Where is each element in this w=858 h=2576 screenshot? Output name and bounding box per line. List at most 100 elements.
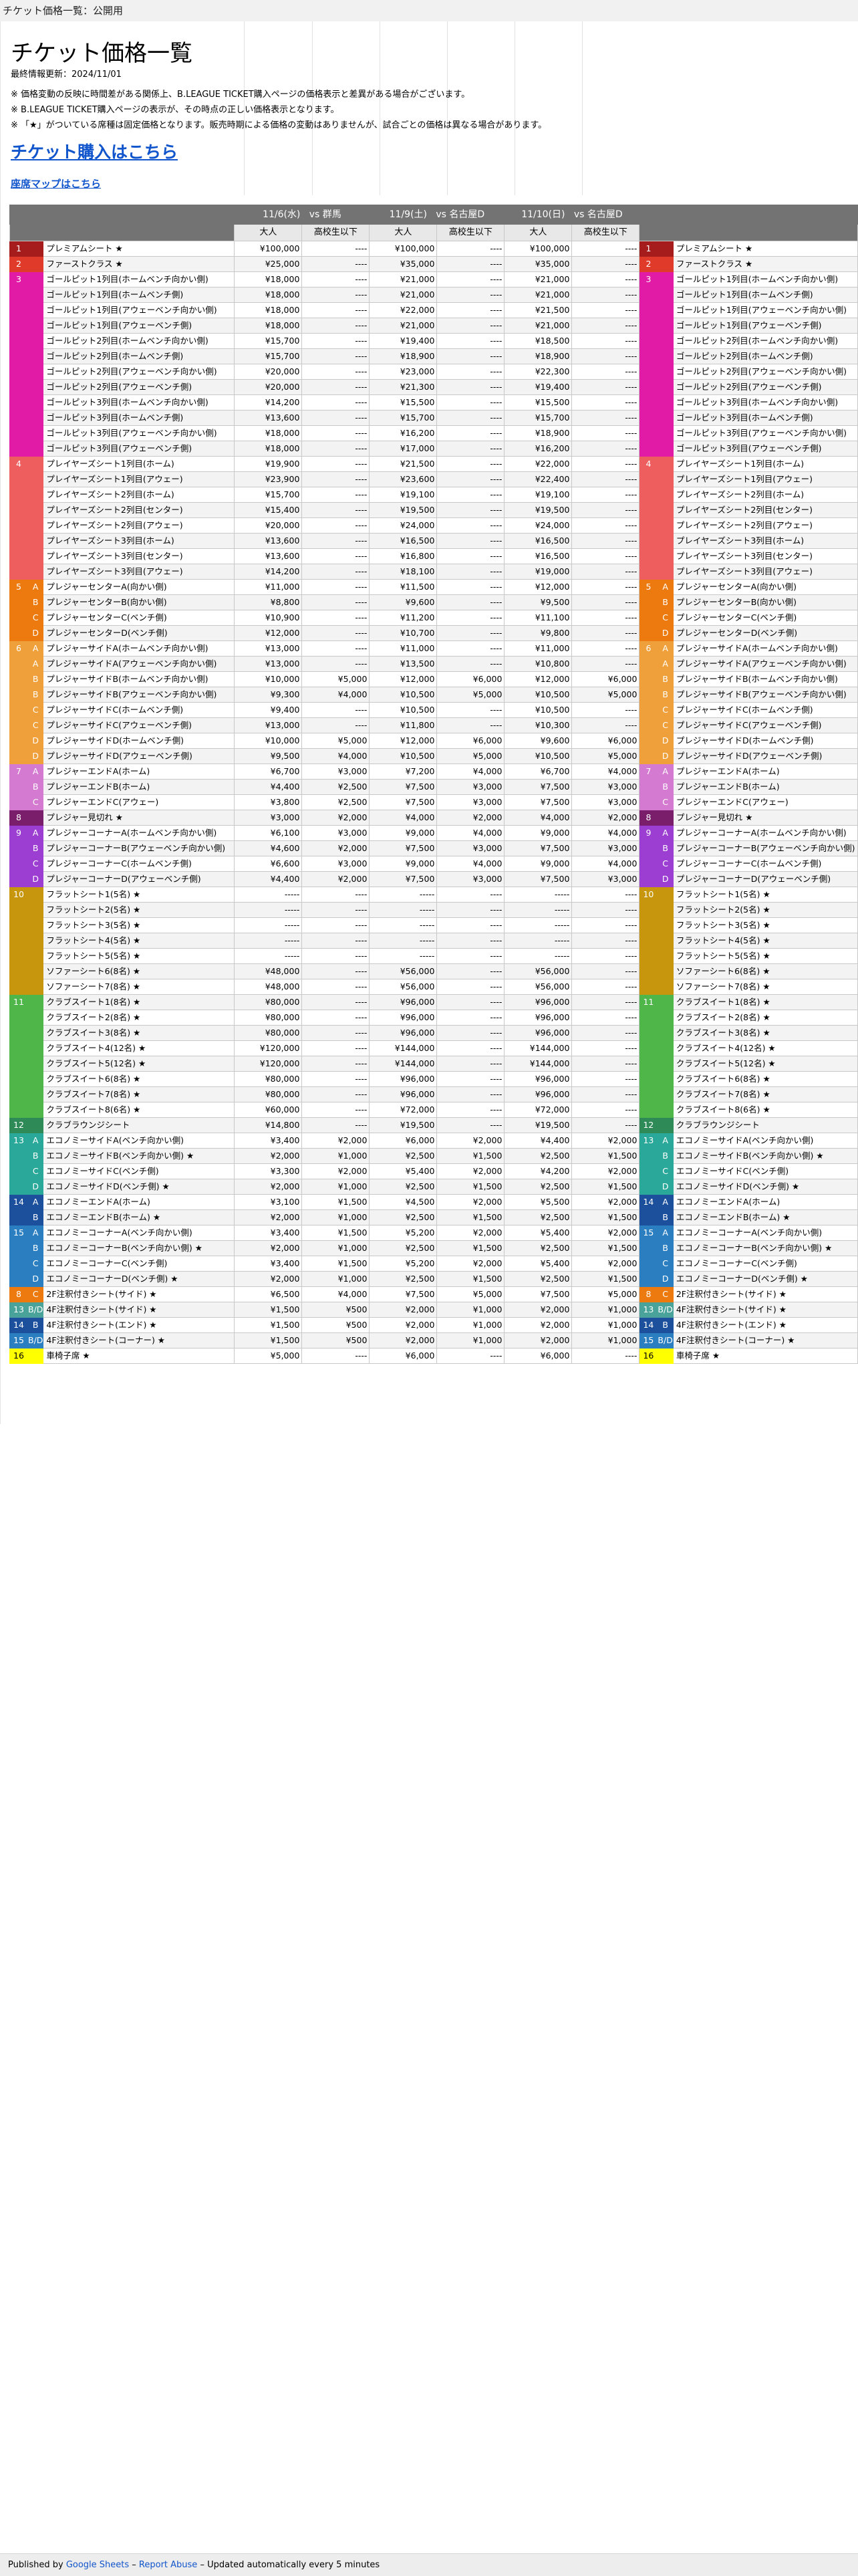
student-price: ¥1,500 bbox=[436, 1240, 505, 1256]
ticket-purchase-link[interactable]: チケット購入はこちら bbox=[11, 139, 178, 163]
seat-level-right bbox=[639, 902, 658, 918]
adult-header: 大人 bbox=[234, 224, 303, 241]
seat-level: 12 bbox=[9, 1117, 28, 1133]
student-price: ---- bbox=[436, 1348, 505, 1364]
game-header-3: 11/10(日) vs 名古屋D bbox=[504, 205, 640, 225]
seat-name: ゴールピット3列目(ホームベンチ側) bbox=[43, 410, 235, 426]
seat-level-right bbox=[639, 687, 658, 703]
report-abuse-link[interactable]: Report Abuse bbox=[139, 2560, 197, 2570]
price-table: 11/6(水) vs 群馬 11/9(土) vs 名古屋D 11/10(日) vs … bbox=[9, 205, 858, 1364]
table-row: クラブスイート2(8名) ★ ¥80,000 ---- ¥96,000 ---- ¥96,… bbox=[9, 1010, 858, 1026]
seat-level bbox=[9, 533, 28, 549]
table-row: C エコノミーコーナーC(ベンチ側) ¥3,400 ¥1,500 ¥5,200 ¥2,00… bbox=[9, 1256, 858, 1272]
student-price: ---- bbox=[571, 933, 640, 949]
student-price: ---- bbox=[436, 887, 505, 903]
seat-name: ゴールピット3列目(ホームベンチ向かい側) bbox=[43, 394, 235, 411]
seat-name: クラブスイート6(8名) ★ bbox=[43, 1071, 235, 1087]
adult-price: ¥35,000 bbox=[504, 256, 573, 272]
seat-level-right bbox=[639, 979, 658, 995]
student-price: ¥4,000 bbox=[436, 825, 505, 841]
seat-name: フラットシート2(5名) ★ bbox=[43, 902, 235, 918]
student-price: ¥1,500 bbox=[571, 1209, 640, 1225]
seat-block: A bbox=[27, 764, 44, 780]
student-price: ¥3,000 bbox=[571, 871, 640, 887]
adult-price: ¥13,000 bbox=[234, 717, 303, 733]
seat-level bbox=[9, 1010, 28, 1026]
table-row: C プレジャーエンドC(アウェー) ¥3,800 ¥2,500 ¥7,500 ¥3,000… bbox=[9, 794, 858, 810]
seat-level bbox=[9, 979, 28, 995]
student-price: ---- bbox=[301, 994, 370, 1010]
seat-map-link[interactable]: 座席マップはこちら bbox=[11, 177, 101, 191]
seat-level bbox=[9, 1209, 28, 1225]
student-price: ---- bbox=[571, 1010, 640, 1026]
seat-level-right bbox=[639, 671, 658, 687]
adult-price: ¥21,000 bbox=[504, 287, 573, 303]
seat-name: 2F注釈付きシート(サイド) ★ bbox=[43, 1286, 235, 1302]
student-price: ---- bbox=[436, 1040, 505, 1056]
student-price: ---- bbox=[301, 640, 370, 657]
student-price: ---- bbox=[301, 302, 370, 318]
adult-price: ¥3,000 bbox=[234, 810, 303, 826]
publish-footer: Published by Google Sheets – Report Abus… bbox=[0, 2553, 858, 2576]
adult-price: ¥15,700 bbox=[369, 410, 438, 426]
adult-price: ¥10,700 bbox=[369, 625, 438, 641]
seat-name: フラットシート3(5名) ★ bbox=[43, 917, 235, 933]
seat-block-right bbox=[657, 1056, 674, 1072]
table-row: 15 B/D 4F注釈付きシート(コーナー) ★ ¥1,500 ¥500 ¥2,000 ¥1… bbox=[9, 1332, 858, 1349]
seat-level-right bbox=[639, 840, 658, 856]
grid-line bbox=[447, 21, 448, 195]
student-price: ¥1,500 bbox=[571, 1179, 640, 1195]
table-row: 9 A プレジャーコーナーA(ホームベンチ向かい側) ¥6,100 ¥3,000 ¥9,0… bbox=[9, 825, 858, 841]
table-row: D プレジャーサイドD(ホームベンチ側) ¥10,000 ¥5,000 ¥12,000 ¥… bbox=[9, 733, 858, 749]
adult-price: ¥144,000 bbox=[504, 1056, 573, 1072]
table-row: 7 A プレジャーエンドA(ホーム) ¥6,700 ¥3,000 ¥7,200 ¥4,000… bbox=[9, 764, 858, 780]
google-sheets-link[interactable]: Google Sheets bbox=[66, 2560, 129, 2570]
seat-level bbox=[9, 1025, 28, 1041]
adult-price: ¥6,000 bbox=[369, 1133, 438, 1149]
seat-name-right: 4F注釈付きシート(エンド) ★ bbox=[672, 1317, 858, 1333]
seat-block bbox=[27, 1010, 44, 1026]
seat-name: クラブスイート3(8名) ★ bbox=[43, 1025, 235, 1041]
student-price: ---- bbox=[301, 425, 370, 441]
student-price: ¥4,000 bbox=[571, 764, 640, 780]
table-row: プレイヤーズシート3列目(ホーム) ¥13,600 ---- ¥16,500 ---- ¥… bbox=[9, 533, 858, 549]
adult-price: ¥19,100 bbox=[369, 487, 438, 503]
seat-level-right bbox=[639, 1086, 658, 1102]
seat-level-right bbox=[639, 1040, 658, 1056]
seat-name-right: プレジャーサイドD(ホームベンチ側) bbox=[672, 733, 858, 749]
seat-block-right bbox=[657, 533, 674, 549]
table-row: ゴールピット2列目(アウェーベンチ向かい側) ¥20,000 ---- ¥23,000… bbox=[9, 364, 858, 380]
adult-price: ¥96,000 bbox=[369, 1010, 438, 1026]
seat-level-right: 13 bbox=[639, 1302, 658, 1318]
seat-level: 6 bbox=[9, 640, 28, 657]
game-date: 11/9(土) bbox=[389, 209, 428, 220]
seat-level bbox=[9, 733, 28, 749]
seat-name: プレジャーサイドB(アウェーベンチ向かい側) bbox=[43, 687, 235, 703]
student-price: ---- bbox=[436, 994, 505, 1010]
seat-level bbox=[9, 364, 28, 380]
seat-block-right: B bbox=[657, 687, 674, 703]
adult-price: ¥19,000 bbox=[504, 564, 573, 580]
seat-name: プレジャーエンドB(ホーム) bbox=[43, 779, 235, 795]
student-price: ---- bbox=[301, 564, 370, 580]
seat-name: プレジャーエンドA(ホーム) bbox=[43, 764, 235, 780]
student-price: ---- bbox=[301, 394, 370, 411]
seat-level-right bbox=[639, 656, 658, 672]
seat-level-right bbox=[639, 702, 658, 718]
student-price: ¥1,500 bbox=[571, 1240, 640, 1256]
adult-price: ----- bbox=[504, 902, 573, 918]
table-row: D エコノミーサイドD(ベンチ側) ★ ¥2,000 ¥1,000 ¥2,500 ¥1,5… bbox=[9, 1179, 858, 1195]
adult-price: ¥7,500 bbox=[369, 779, 438, 795]
student-price: ---- bbox=[301, 241, 370, 257]
seat-name-right: エコノミーコーナーD(ベンチ側) ★ bbox=[672, 1271, 858, 1287]
student-price: ---- bbox=[301, 1056, 370, 1072]
student-price: ---- bbox=[571, 271, 640, 287]
seat-level-right bbox=[639, 794, 658, 810]
seat-block: D bbox=[27, 625, 44, 641]
seat-block bbox=[27, 948, 44, 964]
student-price: ---- bbox=[571, 410, 640, 426]
seat-name-right: プレジャーコーナーC(ホームベンチ側) bbox=[672, 856, 858, 872]
seat-block bbox=[27, 425, 44, 441]
seat-name: プレミアムシート ★ bbox=[43, 241, 235, 257]
adult-price: ¥7,500 bbox=[504, 840, 573, 856]
